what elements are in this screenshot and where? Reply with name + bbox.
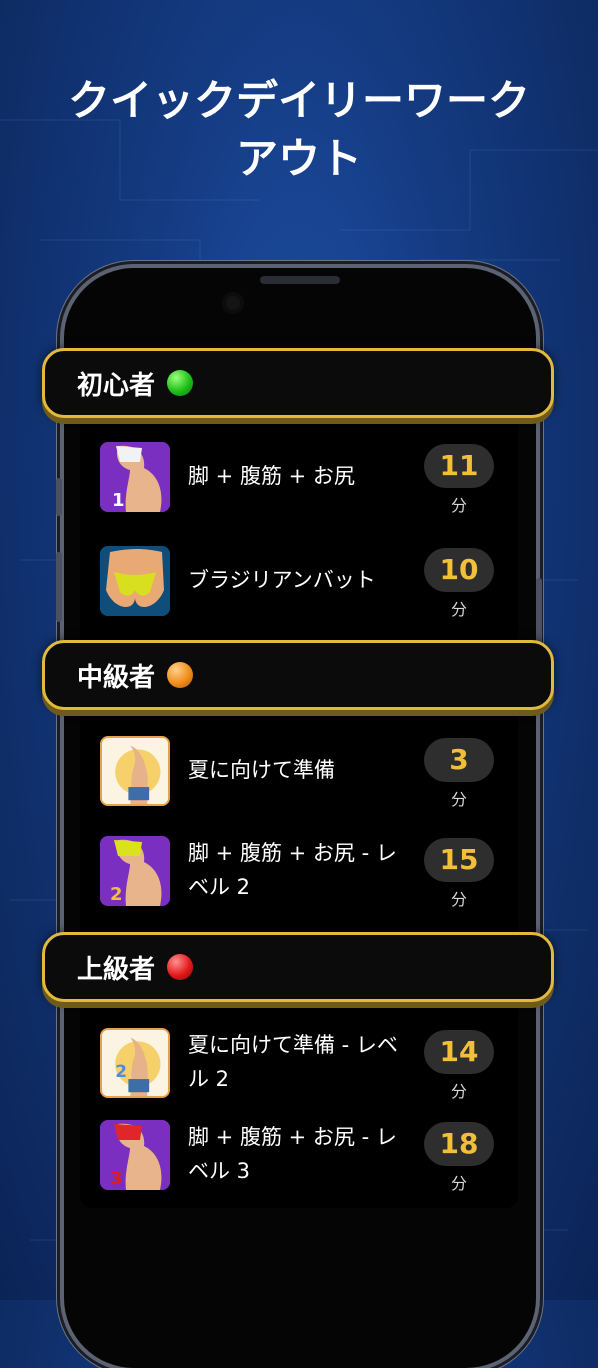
- workout-row[interactable]: 2 脚 + 腹筋 + お尻 - レベル 2 15 分: [80, 822, 518, 918]
- workout-title: 夏に向けて準備 - レベル 2: [188, 1033, 398, 1091]
- level-header-beginner: 初心者: [42, 348, 554, 418]
- duration-unit: 分: [450, 790, 467, 809]
- workout-row[interactable]: 1 脚 + 腹筋 + お尻 11 分: [80, 428, 518, 524]
- duration-unit: 分: [450, 890, 467, 909]
- duration-value: 15: [424, 838, 494, 882]
- workout-title: 脚 + 腹筋 + お尻 - レベル 3: [188, 1125, 397, 1183]
- workout-thumbnail: 2: [100, 1028, 170, 1098]
- workout-title: 脚 + 腹筋 + お尻 - レベル 2: [188, 841, 397, 899]
- workout-row[interactable]: 2 夏に向けて準備 - レベル 2 14 分: [80, 1014, 518, 1110]
- workout-thumbnail: [100, 546, 170, 616]
- duration-unit: 分: [450, 1082, 467, 1101]
- workout-thumbnail: [100, 736, 170, 806]
- duration-unit: 分: [450, 600, 467, 619]
- phone-speaker: [260, 276, 340, 284]
- thumbnail-badge: 3: [110, 1168, 123, 1189]
- duration-unit: 分: [450, 496, 467, 515]
- level-title: 初心者: [77, 370, 156, 401]
- workout-row[interactable]: ブラジリアンバット 10 分: [80, 532, 518, 628]
- duration-unit: 分: [450, 1174, 467, 1193]
- duration-value: 18: [424, 1122, 494, 1166]
- workout-row[interactable]: 3 脚 + 腹筋 + お尻 - レベル 3 18 分: [80, 1106, 518, 1202]
- duration-value: 3: [424, 738, 494, 782]
- thumbnail-badge: 1: [112, 490, 125, 511]
- duration-block: 15 分: [424, 838, 494, 910]
- phone-side-button: [56, 478, 62, 516]
- headline-line-2: アウト: [235, 134, 362, 183]
- duration-block: 11 分: [424, 444, 494, 516]
- duration-value: 10: [424, 548, 494, 592]
- headline-line-1: クイックデイリーワーク: [67, 76, 530, 125]
- duration-block: 3 分: [424, 738, 494, 810]
- workout-thumbnail: 1: [100, 442, 170, 512]
- duration-block: 14 分: [424, 1030, 494, 1102]
- front-camera-icon: [222, 292, 244, 314]
- workout-row[interactable]: 夏に向けて準備 3 分: [80, 722, 518, 818]
- green-difficulty-dot-icon: [167, 370, 194, 396]
- workout-title: 夏に向けて準備: [188, 758, 335, 782]
- duration-value: 11: [424, 444, 494, 488]
- level-title: 上級者: [77, 954, 156, 985]
- thumbnail-badge: 2: [115, 1062, 127, 1082]
- workout-thumbnail: 3: [100, 1120, 170, 1190]
- duration-value: 14: [424, 1030, 494, 1074]
- duration-block: 10 分: [424, 548, 494, 620]
- phone-side-button: [56, 552, 62, 622]
- workout-title: 脚 + 腹筋 + お尻: [188, 464, 355, 488]
- level-header-advanced: 上級者: [42, 932, 554, 1002]
- level-header-intermediate: 中級者: [42, 640, 554, 710]
- workout-title: ブラジリアンバット: [188, 568, 376, 592]
- level-title: 中級者: [77, 662, 156, 693]
- orange-difficulty-dot-icon: [167, 662, 194, 688]
- headline: クイックデイリーワーク アウト: [0, 72, 598, 188]
- red-difficulty-dot-icon: [167, 954, 194, 980]
- workout-thumbnail: 2: [100, 836, 170, 906]
- duration-block: 18 分: [424, 1122, 494, 1194]
- thumbnail-badge: 2: [110, 884, 123, 905]
